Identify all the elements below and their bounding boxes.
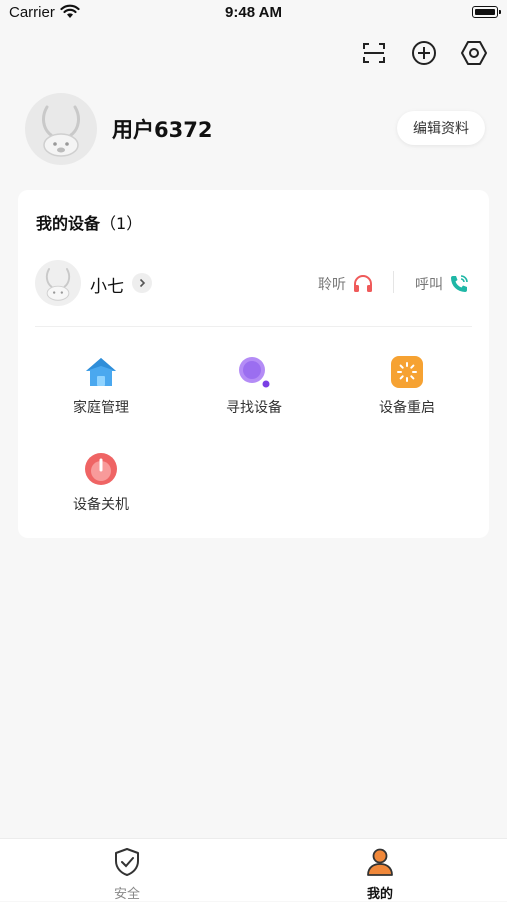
username: 用户6372	[112, 118, 213, 142]
settings-hexagon-icon[interactable]	[459, 38, 489, 68]
shield-check-icon	[115, 848, 139, 876]
devices-count: （1）	[100, 214, 143, 233]
call-label: 呼叫	[415, 277, 443, 293]
listen-button[interactable]: 聆听	[318, 274, 374, 294]
device-avatar[interactable]	[35, 260, 81, 306]
person-icon	[367, 848, 393, 876]
restart-icon	[391, 356, 423, 388]
my-devices-card: 我的设备（1） 小七 聆听 呼叫 家庭管理 寻找设备 设备重启 设备关机	[18, 190, 489, 538]
tab-mine[interactable]: 我的	[330, 847, 430, 902]
find-device-label: 寻找设备	[226, 400, 282, 416]
power-icon	[85, 453, 117, 485]
chevron-right-icon[interactable]	[132, 273, 152, 293]
magnifier-icon	[239, 357, 270, 388]
tab-bar: 安全 我的	[0, 838, 507, 902]
restart-device-label: 设备重启	[379, 400, 435, 416]
devices-title: 我的设备（1）	[36, 210, 142, 234]
family-management-button[interactable]: 家庭管理	[41, 355, 161, 417]
device-name: 小七	[90, 277, 124, 297]
tab-safety[interactable]: 安全	[77, 847, 177, 902]
scan-icon[interactable]	[359, 38, 389, 68]
phone-call-icon	[451, 275, 468, 292]
shutdown-device-button[interactable]: 设备关机	[41, 452, 161, 514]
top-actions	[359, 38, 489, 68]
headphones-icon	[354, 275, 372, 292]
find-device-button[interactable]: 寻找设备	[194, 355, 314, 417]
card-divider	[35, 326, 472, 327]
action-divider	[393, 271, 394, 293]
tab-safety-label: 安全	[113, 887, 140, 902]
listen-label: 聆听	[318, 277, 346, 293]
edit-profile-button[interactable]: 编辑资料	[397, 111, 485, 145]
battery-icon	[472, 6, 501, 18]
status-bar: Carrier 9:48 AM	[0, 0, 507, 30]
clock: 9:48 AM	[225, 4, 282, 21]
add-circle-icon[interactable]	[409, 38, 439, 68]
family-management-label: 家庭管理	[73, 400, 129, 416]
call-button[interactable]: 呼叫	[415, 274, 469, 294]
shutdown-device-label: 设备关机	[73, 497, 129, 513]
profile-avatar[interactable]	[25, 93, 97, 165]
device-row[interactable]: 小七 聆听 呼叫	[18, 250, 489, 316]
devices-title-text: 我的设备	[36, 214, 101, 233]
restart-device-button[interactable]: 设备重启	[347, 355, 467, 417]
tab-mine-label: 我的	[366, 887, 393, 902]
house-icon	[86, 358, 116, 386]
